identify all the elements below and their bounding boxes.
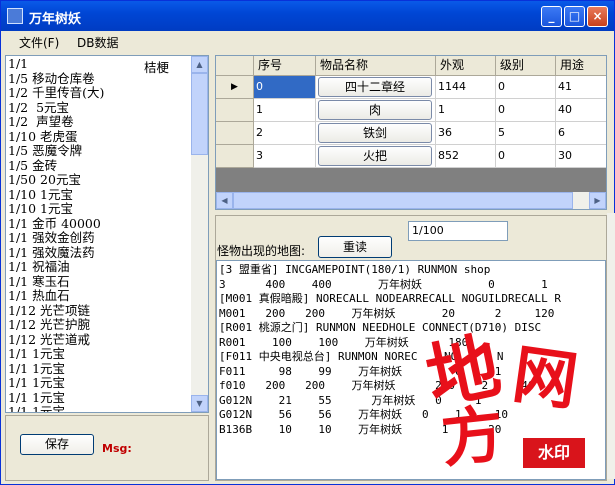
drop-list-item[interactable]: 1/12 光芒项链 bbox=[8, 303, 194, 319]
cell-name[interactable]: 四十二章经 bbox=[316, 76, 436, 99]
cell-level[interactable]: 0 bbox=[496, 145, 556, 168]
grid-hscrollbar[interactable]: ◀ ▶ bbox=[216, 192, 606, 209]
scroll-left-icon[interactable]: ◀ bbox=[216, 192, 233, 209]
maximize-button[interactable]: □ bbox=[564, 6, 585, 27]
col-header-look[interactable]: 外观 bbox=[436, 56, 496, 76]
map-text-line: B136B 10 10 万年树妖 1 20 bbox=[219, 422, 502, 436]
grid-corner bbox=[216, 56, 254, 76]
window-title: 万年树妖 bbox=[29, 12, 82, 27]
cell-level[interactable]: 5 bbox=[496, 122, 556, 145]
drop-list-text: 1/1 1/5 移动仓库卷 1/2 千里传音(大) 1/2 5元宝 1/2 声望卷 1/1… bbox=[8, 56, 194, 412]
cell-look[interactable]: 1 bbox=[436, 99, 496, 122]
drop-list-scrollbar[interactable]: ▲ ▼ bbox=[191, 56, 208, 412]
drop-list-item[interactable]: 1/10 老虎蛋 bbox=[8, 129, 194, 145]
drop-list-item[interactable]: 1/10 1元宝 bbox=[8, 187, 194, 203]
item-name-button[interactable]: 四十二章经 bbox=[318, 77, 432, 97]
drop-list-item[interactable]: 1/1 金币 40000 bbox=[8, 216, 194, 232]
map-text-line: [3 盟重省] INCGAMEPOINT(180/1) RUNMON shop bbox=[219, 263, 491, 276]
drop-list-item[interactable]: 1/2 千里传音(大) bbox=[8, 85, 194, 101]
drop-list-right-label: 桔梗 bbox=[144, 60, 170, 75]
main-window: 万年树妖 _ □ × 文件(F) DB数据 1/1 1/5 移动仓库卷 1/2 千里… bbox=[0, 0, 615, 485]
map-text-line: [M001 真假暗殿] NORECALL NODEARRECALL NOGUIL… bbox=[219, 292, 562, 305]
cell-name[interactable]: 铁剑 bbox=[316, 122, 436, 145]
drop-list-item[interactable]: 1/1 热血石 bbox=[8, 288, 194, 304]
drop-list-item[interactable]: 1/12 光芒护腕 bbox=[8, 317, 194, 333]
page-input[interactable]: 1/100 bbox=[408, 221, 508, 241]
cell-use[interactable]: 40 bbox=[556, 99, 606, 122]
drop-list-item[interactable]: 1/1 1元宝 bbox=[8, 390, 194, 406]
drop-list-item[interactable]: 1/5 恶魔令牌 bbox=[8, 143, 194, 159]
drop-list-item[interactable]: 1/2 声望卷 bbox=[8, 114, 194, 130]
watermark-stamp: 水印 bbox=[523, 438, 585, 468]
msg-label: Msg: bbox=[102, 442, 132, 455]
drop-list-item[interactable]: 1/1 寒玉石 bbox=[8, 274, 194, 290]
col-header-name[interactable]: 物品名称 bbox=[316, 56, 436, 76]
title-bar[interactable]: 万年树妖 _ □ × bbox=[1, 1, 614, 31]
cell-level[interactable]: 0 bbox=[496, 99, 556, 122]
drop-list-item[interactable]: 1/1 1元宝 bbox=[8, 346, 194, 362]
watermark-char-3: 方 bbox=[437, 396, 508, 477]
scroll-up-icon[interactable]: ▲ bbox=[191, 56, 208, 73]
col-header-index[interactable]: 序号 bbox=[254, 56, 316, 76]
cell-name[interactable]: 肉 bbox=[316, 99, 436, 122]
row-header[interactable] bbox=[216, 99, 254, 122]
drop-list-item[interactable]: 1/5 金砖 bbox=[8, 158, 194, 174]
cell-look[interactable]: 852 bbox=[436, 145, 496, 168]
map-text-line: M001 200 200 万年树妖 20 2 120 bbox=[219, 306, 555, 320]
save-button[interactable]: 保存 bbox=[20, 434, 94, 455]
menu-bar: 文件(F) DB数据 bbox=[1, 31, 614, 51]
app-icon bbox=[7, 8, 23, 24]
drop-list-item[interactable]: 1/2 5元宝 bbox=[8, 100, 194, 116]
drop-list-item[interactable]: 1/1 祝福油 bbox=[8, 259, 194, 275]
cell-index[interactable]: 0 bbox=[254, 76, 316, 99]
cell-index[interactable]: 1 bbox=[254, 99, 316, 122]
close-button[interactable]: × bbox=[587, 6, 608, 27]
drop-list-item[interactable]: 1/10 1元宝 bbox=[8, 201, 194, 217]
cell-use[interactable]: 41 bbox=[556, 76, 606, 99]
cell-name[interactable]: 火把 bbox=[316, 145, 436, 168]
col-header-use[interactable]: 用途 bbox=[556, 56, 606, 76]
drop-list-item[interactable]: 1/1 强效金创药 bbox=[8, 230, 194, 246]
drop-list-item[interactable]: 1/50 20元宝 bbox=[8, 172, 194, 188]
minimize-button[interactable]: _ bbox=[541, 6, 562, 27]
cell-use[interactable]: 6 bbox=[556, 122, 606, 145]
drop-list-item[interactable]: 1/1 1元宝 bbox=[8, 404, 194, 412]
item-name-button[interactable]: 肉 bbox=[318, 100, 432, 120]
scroll-right-icon[interactable]: ▶ bbox=[589, 192, 606, 209]
cell-index[interactable]: 3 bbox=[254, 145, 316, 168]
item-grid[interactable]: 序号 物品名称 外观 级别 用途 ▶ 0 四十二章经 1144 0 41 1 肉… bbox=[215, 55, 607, 210]
menu-file[interactable]: 文件(F) bbox=[19, 34, 59, 51]
map-label: 怪物出现的地图: bbox=[217, 244, 306, 258]
scroll-down-icon[interactable]: ▼ bbox=[191, 395, 208, 412]
reload-button[interactable]: 重读 bbox=[318, 236, 392, 258]
menu-db[interactable]: DB数据 bbox=[77, 34, 118, 51]
drop-list-item[interactable]: 1/1 1元宝 bbox=[8, 375, 194, 391]
panel-scrollbar[interactable] bbox=[607, 213, 615, 479]
watermark-char-2: 网 bbox=[508, 336, 583, 421]
map-text-line: 3 400 400 万年树妖 0 1 bbox=[219, 277, 548, 291]
drop-list-item[interactable]: 1/12 光芒道戒 bbox=[8, 332, 194, 348]
cell-level[interactable]: 0 bbox=[496, 76, 556, 99]
cell-look[interactable]: 36 bbox=[436, 122, 496, 145]
cell-look[interactable]: 1144 bbox=[436, 76, 496, 99]
drop-list-item[interactable]: 1/1 1元宝 bbox=[8, 361, 194, 377]
col-header-level[interactable]: 级别 bbox=[496, 56, 556, 76]
drop-list-item[interactable]: 1/1 强效魔法药 bbox=[8, 245, 194, 261]
scroll-thumb[interactable] bbox=[233, 192, 573, 209]
row-header[interactable] bbox=[216, 145, 254, 168]
row-header[interactable] bbox=[216, 122, 254, 145]
item-name-button[interactable]: 铁剑 bbox=[318, 123, 432, 143]
cell-use[interactable]: 30 bbox=[556, 145, 606, 168]
item-name-button[interactable]: 火把 bbox=[318, 146, 432, 166]
cell-index[interactable]: 2 bbox=[254, 122, 316, 145]
row-header[interactable]: ▶ bbox=[216, 76, 254, 99]
bottom-panel: 保存 Msg: bbox=[5, 415, 209, 481]
drop-list[interactable]: 1/1 1/5 移动仓库卷 1/2 千里传音(大) 1/2 5元宝 1/2 声望卷 1/1… bbox=[5, 55, 209, 413]
scroll-thumb[interactable] bbox=[191, 73, 208, 155]
